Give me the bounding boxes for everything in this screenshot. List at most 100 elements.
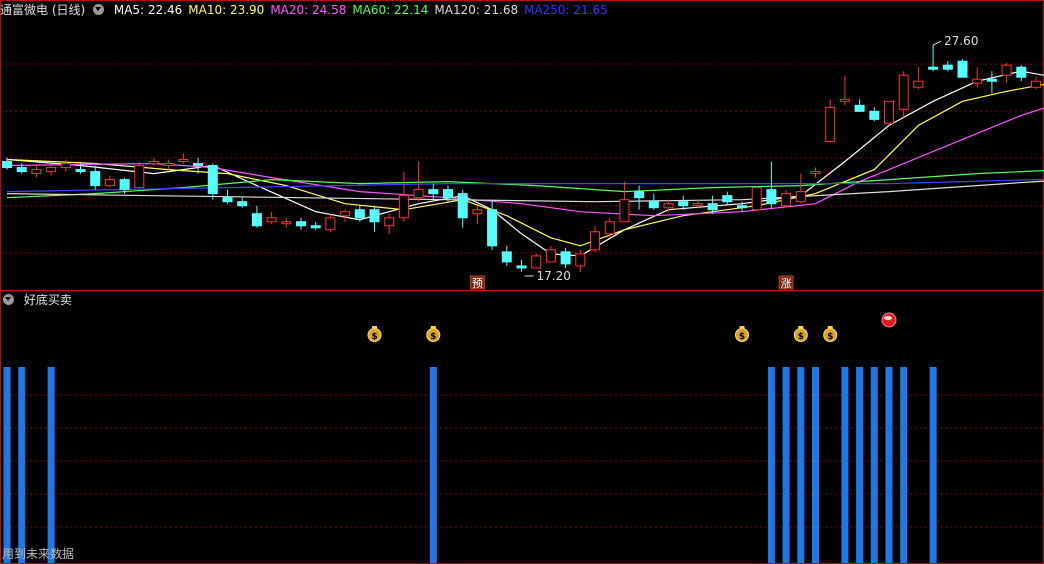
candle — [310, 221, 321, 230]
signal-bar — [841, 367, 849, 563]
indicator-header: 好底买卖 — [0, 291, 78, 309]
candle — [957, 59, 968, 78]
candle-body — [560, 251, 571, 265]
candle — [839, 75, 850, 106]
ma-line-ma120 — [6, 180, 1044, 203]
money-bag-tie — [798, 326, 804, 329]
candle-body — [149, 161, 159, 165]
candle-body — [737, 205, 747, 209]
candle — [869, 107, 880, 122]
candle-body — [340, 211, 351, 217]
candle — [369, 205, 380, 232]
candle — [810, 167, 821, 178]
low-price-label: 17.20 — [537, 269, 571, 283]
candle-body — [472, 209, 483, 215]
candle-body — [251, 213, 262, 227]
candle-body — [16, 167, 27, 173]
candle-body — [501, 251, 512, 263]
candle — [722, 191, 733, 206]
money-bag-sign: $ — [798, 332, 804, 342]
candle-body — [487, 209, 498, 247]
ma-legend-item: MA250: 21.65 — [524, 3, 608, 17]
candle-body — [545, 249, 556, 263]
candle — [825, 99, 836, 142]
money-bag-icon: $ — [793, 326, 808, 342]
candle-body — [384, 217, 395, 227]
candle-body — [604, 221, 615, 235]
signal-bar — [856, 367, 864, 563]
ma-legend: MA5: 22.46 MA10: 23.90 MA20: 24.58 MA60: 22… — [114, 3, 614, 17]
candle-body — [281, 221, 292, 225]
candle-body — [104, 179, 115, 187]
candle-body — [575, 253, 586, 267]
signal-bar — [767, 367, 775, 563]
signal-bar — [885, 367, 893, 563]
candle-body — [443, 189, 453, 199]
candle — [1031, 77, 1041, 90]
candle-body — [266, 217, 277, 223]
collapse-icon[interactable] — [93, 4, 105, 15]
candle-body — [810, 171, 821, 175]
candle-body — [751, 187, 762, 211]
money-bag-icon: $ — [823, 326, 838, 342]
candle-body — [663, 203, 674, 209]
money-bag-icon: $ — [367, 326, 382, 342]
candle — [296, 217, 306, 230]
candle-body — [207, 165, 218, 195]
high-price-label: 27.60 — [944, 34, 978, 48]
candle-body — [60, 163, 71, 169]
main-chart[interactable]: 27.60 17.20 预 涨 $ $ $ $ $ — [0, 0, 1044, 564]
candle — [398, 171, 409, 222]
candle-body — [825, 106, 836, 142]
candle — [325, 213, 336, 232]
collapse-icon[interactable] — [3, 294, 14, 305]
candle-body — [619, 199, 630, 223]
candle-body — [942, 64, 953, 70]
candle — [590, 225, 600, 252]
candle-body — [722, 195, 733, 203]
money-bag-tie — [827, 326, 833, 329]
candle-body — [707, 203, 718, 211]
money-bag-sign: $ — [827, 332, 833, 342]
candle — [928, 45, 939, 72]
candle — [648, 193, 659, 210]
ma-line-ma250 — [6, 178, 1044, 193]
candle-body — [766, 189, 777, 205]
candle-body — [178, 159, 189, 163]
candle-body — [1001, 64, 1012, 76]
indicator-title: 好底买卖 — [23, 293, 72, 307]
candle — [104, 175, 115, 188]
candle-body — [75, 169, 86, 173]
candle — [60, 159, 71, 172]
stock-title: 通富微电 (日线) — [0, 3, 86, 17]
signal-bar — [812, 367, 819, 563]
signal-bar — [47, 367, 55, 563]
marker-yu: 预 — [472, 277, 483, 290]
candle — [281, 217, 292, 228]
candle-body — [884, 100, 894, 124]
candle-body — [795, 191, 806, 203]
candle-body — [2, 161, 12, 169]
candle-body — [325, 217, 336, 231]
candle-body — [31, 169, 42, 175]
candle-body — [237, 201, 248, 207]
candle-body — [193, 163, 204, 167]
candle — [457, 189, 468, 228]
ma-legend-item: MA10: 23.90 — [188, 3, 265, 17]
candle-body — [854, 104, 865, 112]
candle-body — [928, 66, 939, 70]
marker-zhang: 涨 — [781, 277, 792, 290]
candle — [604, 217, 615, 238]
candle — [384, 213, 395, 234]
candle-body — [634, 191, 645, 199]
candle-body — [781, 193, 792, 207]
candle — [207, 163, 218, 200]
money-bag-sign: $ — [371, 332, 377, 342]
signal-bar — [3, 367, 11, 563]
candle-body — [531, 255, 542, 269]
candle-body — [516, 265, 527, 269]
candle — [545, 245, 556, 263]
candle — [986, 71, 997, 94]
candle-body — [413, 189, 424, 199]
candle — [178, 153, 189, 164]
